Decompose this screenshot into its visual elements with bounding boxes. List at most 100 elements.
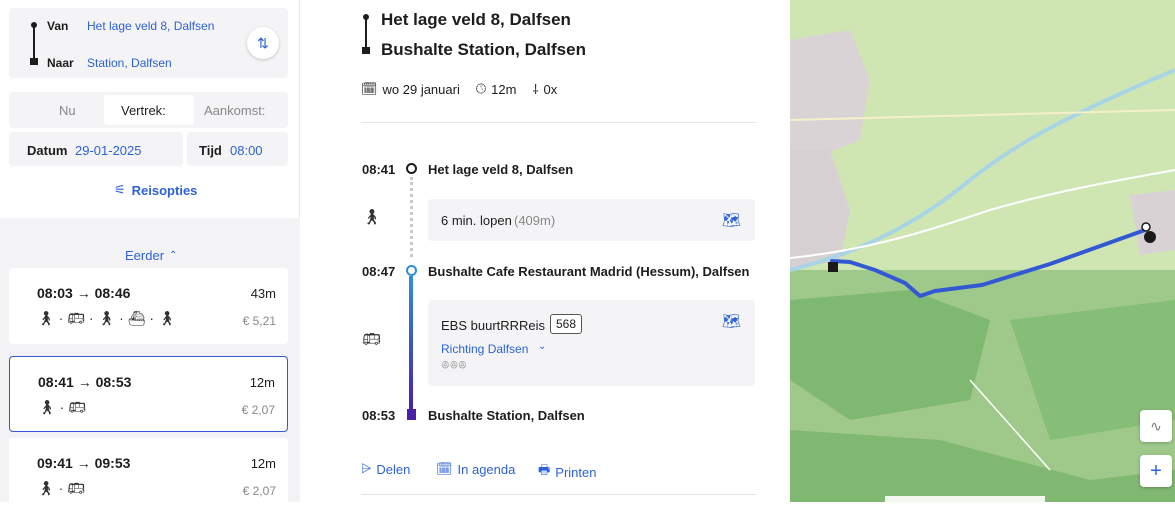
calendar-icon: 🗓︎	[436, 461, 453, 476]
walk-segment[interactable]: 6 min. lopen (409m) 🗺︎	[428, 199, 755, 241]
time-mode-toggle: Nu Vertrek: Aankomst:	[9, 92, 288, 128]
stop-time: 08:47	[362, 264, 396, 279]
trip-card[interactable]: 08:03 → 08:46 43m 🚶︎ · 🚌︎ · 🚶︎ · ⛴︎ · 🚶︎…	[9, 268, 288, 344]
mode-now-button[interactable]: Nu	[59, 103, 76, 118]
walk-icon: 🚶︎	[37, 310, 55, 326]
earlier-button[interactable]: Eerder ⌃	[125, 248, 177, 263]
bus-icon: 🚌︎	[67, 480, 86, 496]
walk-icon: 🚶︎	[37, 480, 55, 496]
mode-depart-label: Vertrek:	[121, 103, 166, 118]
transfer-icon: ⸸	[532, 82, 539, 97]
walk-text: 6 min. lopen	[441, 213, 512, 228]
trip-times: 08:41 → 08:53	[38, 374, 132, 390]
route-icon: ∿	[1150, 417, 1162, 434]
trip-price: € 2,07	[241, 403, 275, 417]
map-icon[interactable]: 🗺︎	[722, 312, 741, 330]
stop-marker-blue	[406, 265, 417, 276]
date-field[interactable]: Datum 29-01-2025	[9, 132, 183, 166]
detail-date: wo 29 januari	[382, 81, 460, 97]
stop-name: Bushalte Station, Dalfsen	[428, 408, 585, 423]
detail-origin: Het lage veld 8, Dalfsen	[381, 10, 571, 29]
trip-price: € 5,21	[242, 314, 276, 328]
walk-distance: (409m)	[514, 213, 556, 228]
ferry-icon: ⛴︎	[127, 310, 146, 326]
calendar-label: In agenda	[457, 461, 516, 477]
bus-segment[interactable]: EBS buurtRRReis 568 Richting Dalfsen ⌄ ꔮ…	[428, 300, 755, 386]
sliders-icon: ⚟	[114, 182, 126, 197]
zoom-in-button[interactable]: +	[1140, 455, 1172, 487]
walk-icon: 🚶︎	[157, 310, 176, 326]
divider	[361, 122, 756, 123]
stop-name: Het lage veld 8, Dalfsen	[428, 162, 574, 177]
bus-direction[interactable]: Richting Dalfsen	[441, 342, 528, 356]
time-field[interactable]: Tijd 08:00	[187, 132, 288, 166]
trip-modes: 🚶︎ · 🚌︎ · 🚶︎ · ⛴︎ · 🚶︎	[37, 310, 176, 326]
calendar-button[interactable]: 🗓︎ In agenda	[436, 461, 515, 477]
to-field[interactable]: Station, Dalfsen	[87, 56, 172, 70]
print-label: Printen	[555, 464, 597, 480]
route-toggle-button[interactable]: ∿	[1140, 410, 1172, 442]
trip-modes: 🚶︎ · 🚌︎	[37, 480, 86, 496]
clock-icon: 🕓︎	[475, 81, 487, 96]
stop-name: Bushalte Cafe Restaurant Madrid (Hessum)…	[428, 264, 750, 279]
mode-depart-button[interactable]: Vertrek:	[104, 95, 194, 125]
route-input-card: Van Het lage veld 8, Dalfsen Naar Statio…	[9, 8, 288, 78]
from-field[interactable]: Het lage veld 8, Dalfsen	[87, 19, 214, 33]
trip-detail-panel: Het lage veld 8, Dalfsen Bushalte Statio…	[300, 0, 790, 502]
planner-panel: Van Het lage veld 8, Dalfsen Naar Statio…	[0, 0, 300, 514]
trip-card-selected[interactable]: 08:41 → 08:53 12m 🚶︎ · 🚌︎ € 2,07	[9, 356, 288, 432]
trip-price: € 2,07	[242, 484, 276, 498]
trip-duration: 43m	[250, 286, 276, 301]
detail-duration: 12m	[491, 81, 517, 97]
results-area: Eerder ⌃ 08:03 → 08:46 43m 🚶︎ · 🚌︎ · 🚶︎ …	[0, 218, 300, 514]
share-button[interactable]: ⩥ Delen	[361, 461, 410, 477]
map-canvas[interactable]	[790, 0, 1175, 502]
detail-destination: Bushalte Station, Dalfsen	[381, 40, 586, 59]
chevron-down-icon: ⌄	[538, 341, 547, 352]
bus-line-badge: 568	[550, 314, 583, 334]
time-value: 08:00	[230, 143, 263, 158]
share-icon: ⩥	[361, 461, 372, 476]
route-map[interactable]: ∿ +	[790, 0, 1175, 502]
swap-button[interactable]: ⇅	[247, 27, 279, 59]
walk-icon: 🚶︎	[362, 209, 382, 226]
trip-card[interactable]: 09:41 → 09:53 12m 🚶︎ · 🚌︎ € 2,07	[9, 438, 288, 514]
route-line-icon	[362, 14, 370, 56]
walk-icon: 🚶︎	[97, 310, 116, 326]
from-label: Van	[47, 19, 69, 33]
time-label: Tijd	[199, 143, 222, 158]
print-button[interactable]: 🖶︎ Printen	[538, 461, 596, 483]
earlier-label: Eerder	[125, 248, 165, 263]
calendar-icon: 🗓︎	[361, 81, 378, 96]
trip-duration: 12m	[250, 456, 276, 471]
swap-icon: ⇅	[257, 34, 269, 51]
mode-arrive-button[interactable]: Aankomst:	[204, 103, 265, 118]
bus-line-bar	[409, 276, 413, 411]
route-line-icon	[30, 22, 38, 65]
stop-marker-end	[407, 409, 416, 420]
plus-icon: +	[1150, 459, 1162, 482]
walk-dotted-line	[410, 177, 413, 257]
share-label: Delen	[376, 461, 411, 477]
trip-summary: 🗓︎ wo 29 januari 🕓︎ 12m ⸸ 0x	[361, 80, 557, 98]
walk-icon: 🚶︎	[38, 399, 56, 415]
detail-transfers: 0x	[543, 81, 558, 97]
divider	[361, 494, 756, 495]
stop-time: 08:53	[362, 408, 396, 423]
date-label: Datum	[27, 143, 68, 158]
stop-marker-open	[406, 163, 417, 174]
to-label: Naar	[47, 56, 74, 70]
bus-icon: 🚌︎	[362, 331, 382, 348]
trip-modes: 🚶︎ · 🚌︎	[38, 399, 87, 415]
stop-time: 08:41	[362, 162, 396, 177]
travel-options-link[interactable]: ⚟ Reisopties	[114, 182, 197, 198]
crowd-icon: ꔮꔮꔮ	[441, 360, 467, 372]
bus-icon: 🚌︎	[68, 399, 87, 415]
bus-icon: 🚌︎	[67, 310, 86, 326]
map-icon[interactable]: 🗺︎	[722, 211, 741, 229]
bus-operator: EBS buurtRRReis	[441, 318, 546, 333]
date-value: 29-01-2025	[75, 143, 142, 158]
chevron-up-icon: ⌃	[169, 250, 178, 261]
printer-icon: 🖶︎	[538, 462, 551, 477]
trip-duration: 12m	[249, 375, 275, 390]
